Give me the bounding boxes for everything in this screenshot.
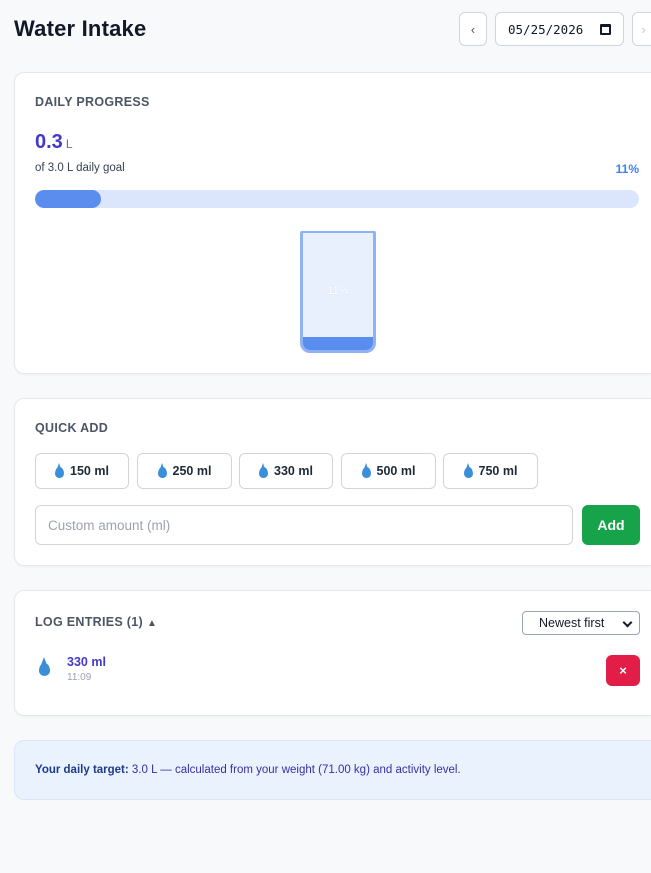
quick-add-label: QUICK ADD [35, 421, 109, 435]
sort-order-select[interactable]: Newest first [522, 611, 640, 635]
daily-target-text: Your daily target: 3.0 L — calculated fr… [35, 764, 461, 776]
glass-water-level [303, 337, 373, 350]
quick-add-amount: 750 ml [478, 464, 518, 478]
next-day-button[interactable]: › [632, 12, 651, 46]
calendar-icon[interactable] [600, 24, 611, 35]
quick-add-amount: 150 ml [70, 464, 109, 478]
quick-add-amount: 500 ml [376, 464, 416, 478]
consumed-unit: L [65, 137, 73, 151]
water-drop-icon [55, 462, 65, 478]
water-drop-icon [259, 462, 269, 478]
quick-add-card: QUICK ADD 150 ml 250 ml 330 ml 500 ml 75… [14, 398, 651, 566]
quick-add-330-button[interactable]: 330 ml [239, 453, 333, 489]
quick-add-750-button[interactable]: 750 ml [443, 453, 538, 489]
quick-add-500-button[interactable]: 500 ml [341, 453, 436, 489]
collapse-caret-icon: ▲ [146, 618, 158, 629]
log-entries-label: LOG ENTRIES (1) [35, 615, 143, 629]
daily-progress-card: DAILY PROGRESS 0.3 L of 3.0 L daily goal … [14, 72, 651, 374]
water-drop-icon [361, 462, 371, 478]
progress-bar-fill [35, 190, 102, 208]
previous-day-button[interactable]: ‹ [459, 12, 487, 46]
chevron-down-icon [622, 617, 633, 628]
log-entries-toggle[interactable]: LOG ENTRIES (1) ▲ [35, 615, 157, 629]
quick-add-amount: 330 ml [274, 464, 313, 478]
entry-amount: 330 ml [67, 655, 106, 669]
water-drop-icon [463, 462, 473, 478]
daily-target-description: 3.0 L — calculated from your weight (71.… [128, 764, 461, 776]
consumed-value: 0.3 [35, 131, 63, 153]
date-value: 05/25/2026 [508, 21, 584, 37]
entry-time: 11:09 [67, 672, 92, 683]
daily-goal-text: of 3.0 L daily goal [35, 162, 125, 174]
add-button[interactable]: Add [582, 505, 640, 545]
progress-percent: 11% [615, 162, 639, 176]
date-input[interactable]: 05/25/2026 [495, 12, 624, 46]
daily-target-label: Your daily target: [35, 764, 129, 776]
header: Water Intake ‹ 05/25/2026 › [14, 10, 651, 50]
daily-progress-label: DAILY PROGRESS [35, 95, 150, 109]
log-entries-card: LOG ENTRIES (1) ▲ Newest first 330 ml 11:… [14, 590, 651, 716]
water-drop-icon [157, 462, 167, 478]
quick-add-250-button[interactable]: 250 ml [137, 453, 232, 489]
progress-bar [35, 190, 639, 208]
page: Water Intake ‹ 05/25/2026 › DAILY PROGRE… [0, 0, 651, 873]
glass-percent: 11% [327, 285, 349, 297]
quick-add-amount: 250 ml [172, 464, 212, 478]
quick-add-150-button[interactable]: 150 ml [35, 453, 129, 489]
water-drop-icon [39, 657, 50, 676]
consumed-amount: 0.3 L [35, 131, 73, 154]
delete-entry-button[interactable]: × [606, 655, 640, 686]
custom-amount-input[interactable] [35, 505, 573, 545]
page-title: Water Intake [14, 16, 147, 41]
water-glass: 11% [300, 231, 376, 353]
daily-target-info: Your daily target: 3.0 L — calculated fr… [14, 740, 651, 800]
sort-order-value: Newest first [539, 616, 605, 630]
